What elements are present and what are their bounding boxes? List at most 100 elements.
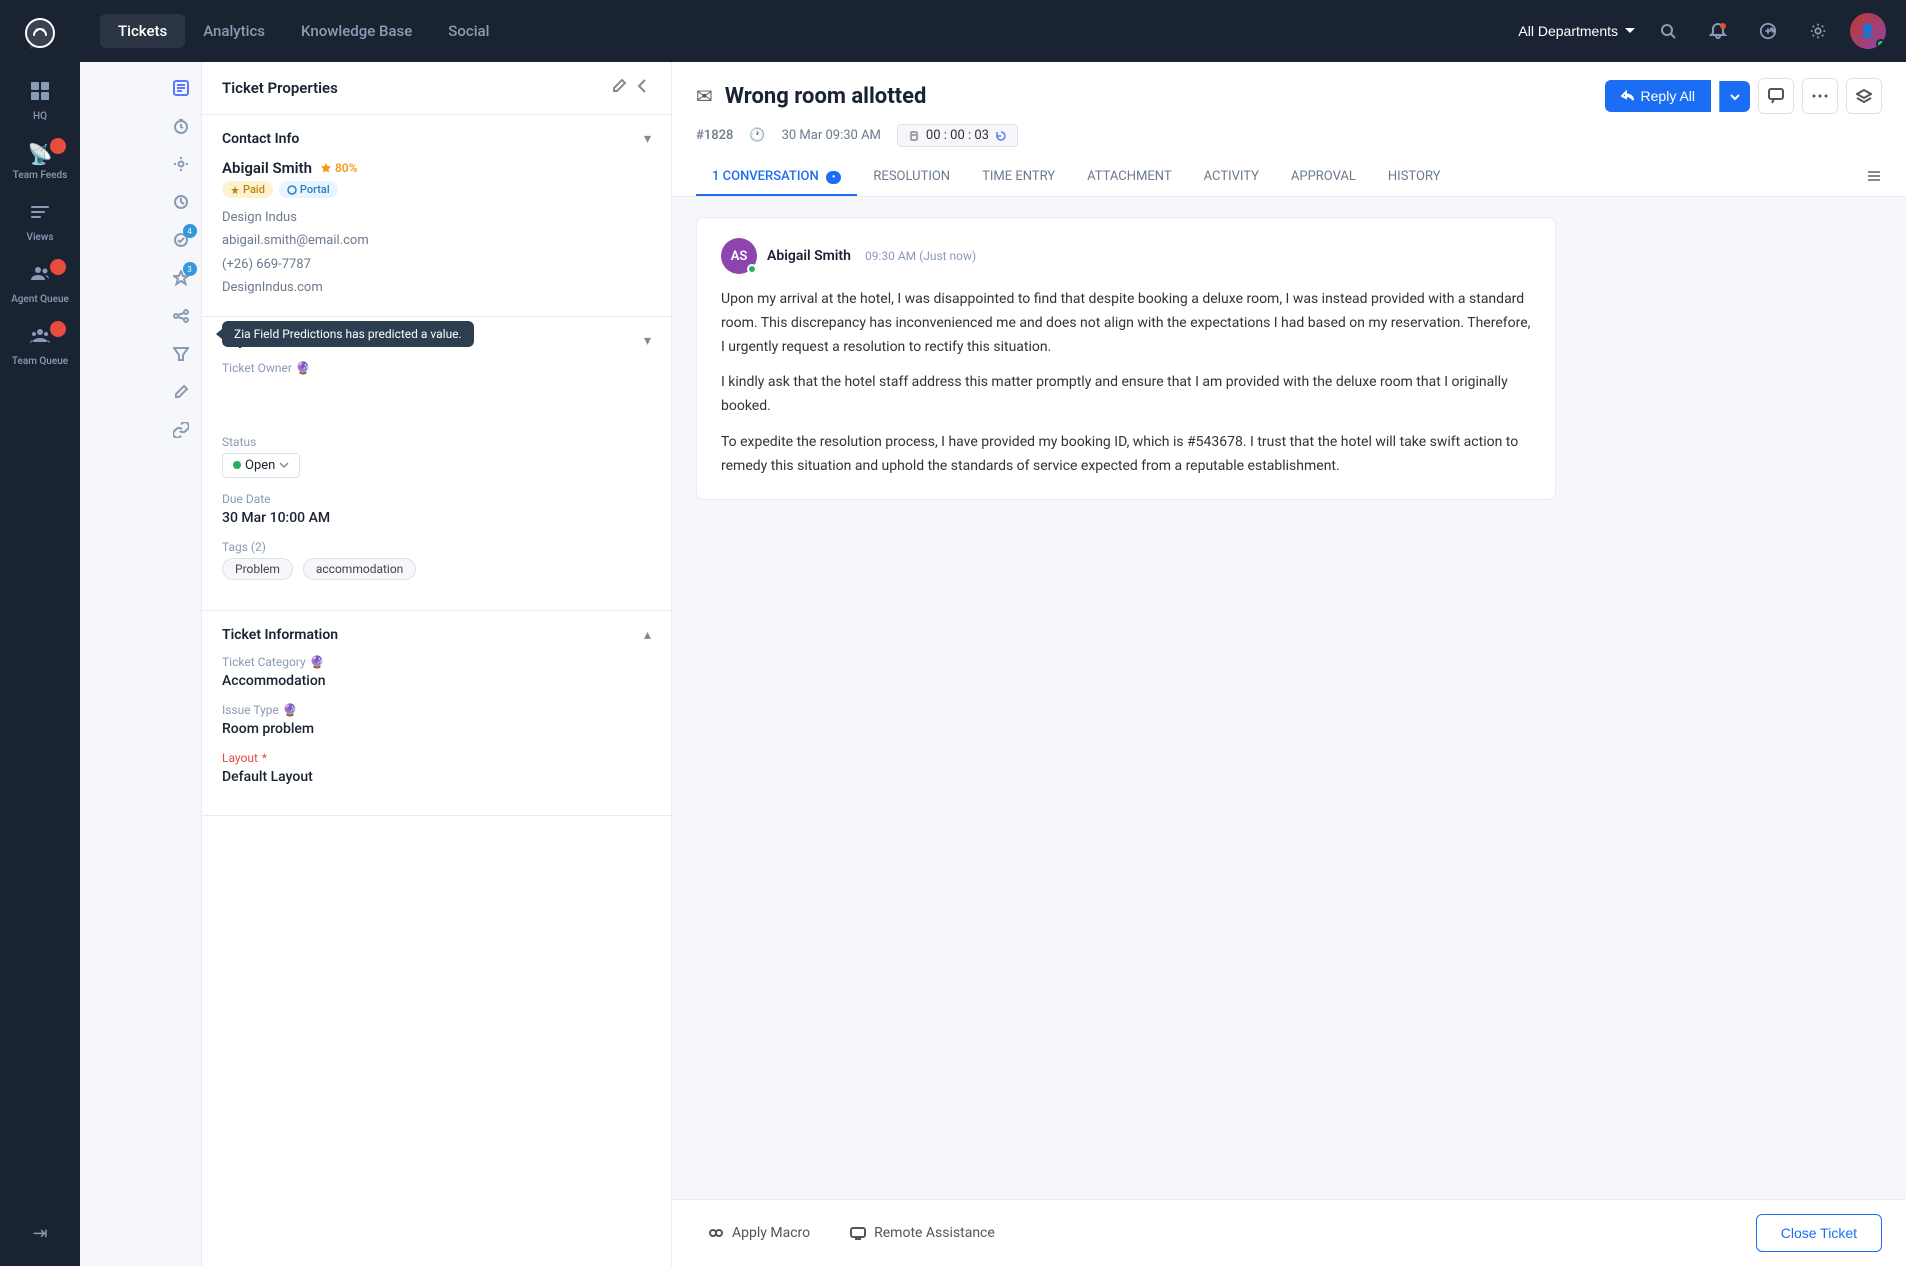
close-ticket-btn[interactable]: Close Ticket	[1756, 1214, 1882, 1252]
message-header: AS Abigail Smith 09:30 AM (Just now)	[721, 238, 1531, 274]
department-selector[interactable]: All Departments	[1518, 23, 1636, 39]
icon-strip: 4 3	[160, 62, 202, 1266]
strip-edit[interactable]	[165, 376, 197, 408]
sidebar-item-team-feeds[interactable]: 📡 Team Feeds	[0, 132, 80, 191]
user-avatar[interactable]: 👤	[1850, 13, 1886, 49]
strip-link[interactable]	[165, 414, 197, 446]
ticket-info-title: Ticket Information	[222, 627, 338, 643]
tab-time-entry[interactable]: TIME ENTRY	[966, 159, 1071, 196]
settings-btn[interactable]	[1800, 13, 1836, 49]
ticket-information-section: Ticket Information ▴ Ticket Category 🔮 A…	[202, 611, 671, 816]
tab-more-btn[interactable]	[1866, 168, 1882, 188]
message-paragraph-3: To expedite the resolution process, I ha…	[721, 431, 1531, 479]
tags-label: Tags (2)	[222, 540, 651, 554]
ticket-date: 30 Mar 09:30 AM	[782, 128, 881, 143]
contact-phone: (+26) 669-7787	[222, 253, 651, 276]
tag-problem[interactable]: Problem	[222, 558, 293, 580]
ticket-email-icon: ✉	[696, 84, 713, 108]
zia-tooltip: Zia Field Predictions has predicted a va…	[222, 321, 474, 347]
conversation-badge: •	[826, 171, 842, 184]
strip-timer[interactable]	[165, 110, 197, 142]
search-btn[interactable]	[1650, 13, 1686, 49]
nav-social[interactable]: Social	[430, 14, 507, 48]
portal-badge: Portal	[279, 181, 338, 198]
contact-name: Abigail Smith 80%	[222, 159, 651, 177]
paid-badge: Paid	[222, 181, 273, 198]
message-card: AS Abigail Smith 09:30 AM (Just now) Upo…	[696, 217, 1556, 500]
ticket-title: Wrong room allotted	[725, 84, 927, 109]
strip-history[interactable]	[165, 186, 197, 218]
layers-btn[interactable]	[1846, 78, 1882, 114]
sidebar-expand-btn[interactable]: ⇥	[22, 1213, 57, 1254]
contact-info-toggle[interactable]: Contact Info ▾	[222, 131, 651, 147]
layout-value: Default Layout	[222, 769, 651, 785]
tab-conversation[interactable]: 1 CONVERSATION •	[696, 159, 857, 196]
sidebar-item-hq[interactable]: HQ	[0, 70, 80, 132]
ticket-detail: ✉ Wrong room allotted Reply All	[672, 62, 1906, 1266]
ticket-info-chevron: ▴	[644, 627, 651, 643]
sidebar-item-team-queue[interactable]: Team Queue	[0, 315, 80, 377]
agent-queue-label: Agent Queue	[11, 294, 69, 305]
layout-field: Layout * Default Layout	[222, 751, 651, 785]
ticket-id: #1828	[696, 128, 733, 143]
tab-activity[interactable]: ACTIVITY	[1188, 159, 1275, 196]
nav-tickets[interactable]: Tickets	[100, 14, 185, 48]
strip-settings[interactable]	[165, 148, 197, 180]
views-label: Views	[27, 232, 54, 243]
notifications-btn[interactable]	[1700, 13, 1736, 49]
hq-label: HQ	[33, 111, 47, 122]
reply-dropdown-btn[interactable]	[1719, 81, 1750, 112]
sidebar-item-views[interactable]: Views	[0, 191, 80, 253]
ticket-properties-edit-btn[interactable]	[611, 78, 627, 98]
strip-star-badge: 3	[183, 262, 197, 276]
app-logo[interactable]	[19, 12, 61, 54]
tag-accommodation[interactable]: accommodation	[303, 558, 416, 580]
strip-filter[interactable]	[165, 338, 197, 370]
views-icon	[29, 201, 51, 228]
status-value[interactable]: Open	[222, 453, 300, 478]
remote-assistance-btn[interactable]: Remote Assistance	[838, 1217, 1007, 1249]
ticket-owner-field: Ticket Owner 🔮 Zia Field Predictions has…	[222, 361, 651, 375]
agent-queue-badge	[50, 259, 66, 275]
apply-macro-btn[interactable]: Apply Macro	[696, 1217, 822, 1249]
key-information-section: Key Information ▾ Ticket Owner 🔮 Zia Fie…	[202, 317, 671, 611]
message-paragraph-1: Upon my arrival at the hotel, I was disa…	[721, 288, 1531, 359]
team-feeds-icon: 📡	[28, 142, 53, 166]
sidebar: HQ 📡 Team Feeds Views Agent Queue Team Q…	[0, 0, 80, 1266]
ticket-timer[interactable]: 00 : 00 : 03	[897, 124, 1018, 147]
strip-check[interactable]: 4	[165, 224, 197, 256]
games-btn[interactable]	[1750, 13, 1786, 49]
team-queue-badge	[50, 321, 66, 337]
nav-knowledge-base[interactable]: Knowledge Base	[283, 14, 430, 48]
strip-connections[interactable]	[165, 300, 197, 332]
more-options-btn[interactable]	[1802, 78, 1838, 114]
ticket-properties-collapse-btn[interactable]	[635, 78, 651, 98]
team-queue-label: Team Queue	[12, 356, 68, 367]
sidebar-item-agent-queue[interactable]: Agent Queue	[0, 253, 80, 315]
main-content: 4 3 Ticket Properties	[160, 62, 1906, 1266]
tab-history[interactable]: HISTORY	[1372, 159, 1457, 196]
chat-icon-btn[interactable]	[1758, 78, 1794, 114]
sender-avatar: AS	[721, 238, 757, 274]
contact-info-title: Contact Info	[222, 131, 299, 147]
ticket-title-row: ✉ Wrong room allotted Reply All	[696, 78, 1882, 114]
tab-resolution[interactable]: RESOLUTION	[857, 159, 966, 196]
ticket-info-toggle[interactable]: Ticket Information ▴	[222, 627, 651, 643]
tab-approval[interactable]: APPROVAL	[1275, 159, 1372, 196]
nav-analytics[interactable]: Analytics	[185, 14, 283, 48]
due-date-label: Due Date	[222, 492, 651, 506]
tags-container: Problem accommodation	[222, 558, 651, 580]
contact-email: abigail.smith@email.com	[222, 229, 651, 252]
reply-all-btn[interactable]: Reply All	[1605, 80, 1711, 112]
contact-company: Design Indus	[222, 206, 651, 229]
message-paragraph-2: I kindly ask that the hotel staff addres…	[721, 371, 1531, 419]
tab-attachment[interactable]: ATTACHMENT	[1071, 159, 1188, 196]
avatar-status-dot	[1876, 39, 1886, 49]
contact-meta: Design Indus abigail.smith@email.com (+2…	[222, 206, 651, 300]
sidebar-bottom: ⇥	[0, 1213, 80, 1254]
due-date-field: Due Date 30 Mar 10:00 AM	[222, 492, 651, 526]
strip-ticket-props[interactable]	[165, 72, 197, 104]
contact-info-chevron: ▾	[644, 131, 651, 147]
sender-name: Abigail Smith	[767, 248, 851, 264]
strip-star[interactable]: 3	[165, 262, 197, 294]
